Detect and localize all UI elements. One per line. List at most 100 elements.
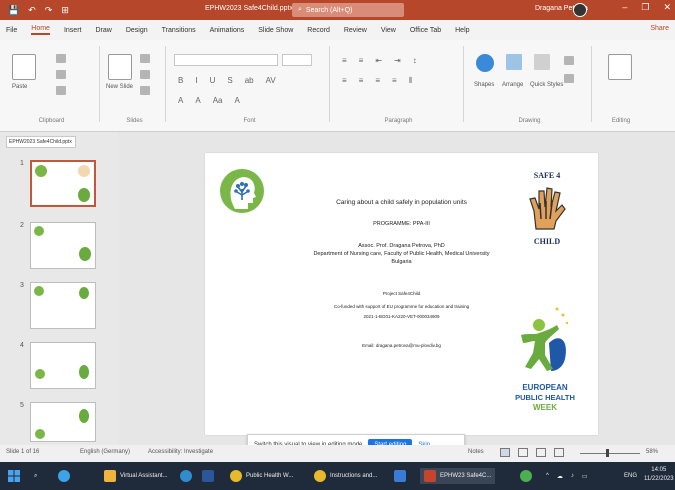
tab-transitions[interactable]: Transitions	[162, 27, 196, 34]
tab-file[interactable]: File	[6, 27, 17, 34]
slide-number: 4	[20, 342, 24, 349]
taskbar-app-4[interactable]: EPHW23 Safe4C...	[420, 468, 496, 484]
slide-thumbnail-1[interactable]	[30, 160, 96, 207]
tab-office-tab[interactable]: Office Tab	[410, 27, 441, 34]
normal-view-icon[interactable]	[500, 448, 510, 457]
paste-button[interactable]	[12, 54, 36, 80]
increase-indent-icon[interactable]: ⇥	[394, 56, 401, 65]
network-icon[interactable]: ☁	[557, 473, 563, 480]
quick-styles-icon[interactable]	[534, 54, 550, 70]
slide-thumbnail-3[interactable]	[30, 282, 96, 329]
columns-icon[interactable]: ⫴	[409, 76, 412, 86]
decrease-indent-icon[interactable]: ⇤	[375, 56, 382, 65]
taskbar-search-icon[interactable]: ⌕	[34, 468, 37, 484]
taskbar-app-word[interactable]	[202, 468, 214, 484]
clear-format-icon[interactable]: A	[234, 96, 239, 105]
close-button[interactable]: ✕	[663, 2, 671, 13]
chevron-up-icon[interactable]: ^	[546, 473, 549, 479]
shapes-icon[interactable]	[476, 54, 494, 72]
tab-draw[interactable]: Draw	[95, 27, 111, 34]
present-icon[interactable]: ⊞	[61, 5, 69, 16]
reading-view-icon[interactable]	[536, 448, 546, 457]
taskbar-app-edge[interactable]	[180, 468, 192, 484]
avatar[interactable]	[573, 3, 587, 17]
tab-animations[interactable]: Animations	[210, 27, 245, 34]
tab-insert[interactable]: Insert	[64, 27, 82, 34]
tab-design[interactable]: Design	[126, 27, 148, 34]
zoom-thumb[interactable]	[606, 449, 609, 457]
current-slide[interactable]: Caring about a child safely in populatio…	[205, 153, 598, 435]
taskbar-app-1[interactable]: Virtual Assistant...	[104, 468, 168, 484]
font-size-field[interactable]	[282, 54, 312, 66]
start-button[interactable]	[8, 468, 20, 484]
justify-icon[interactable]: ≡	[392, 76, 397, 86]
chrome-icon	[314, 470, 326, 482]
font-name-field[interactable]	[174, 54, 278, 66]
thumb-logo	[35, 429, 45, 439]
section-icon[interactable]	[140, 86, 150, 95]
taskbar-app-2[interactable]: Public Health W...	[230, 468, 293, 484]
volume-icon[interactable]: ♪	[571, 473, 574, 479]
taskbar-app-mail[interactable]	[394, 468, 406, 484]
clock[interactable]: 14:05 11/22/2023	[644, 466, 674, 484]
find-button[interactable]	[608, 54, 632, 80]
shadow-icon[interactable]: ab	[245, 76, 254, 85]
change-case-icon[interactable]: Aa	[213, 96, 223, 105]
language-indicator[interactable]: ENG	[624, 468, 637, 484]
tab-review[interactable]: Review	[344, 27, 367, 34]
line-spacing-icon[interactable]: ↕	[413, 56, 417, 65]
numbering-icon[interactable]: ≡	[359, 56, 364, 65]
restore-button[interactable]: ❐	[641, 2, 649, 13]
slide-sorter-icon[interactable]	[518, 448, 528, 457]
align-center-icon[interactable]: ≡	[359, 76, 364, 86]
highlight-icon[interactable]: A	[195, 96, 200, 105]
tab-help[interactable]: Help	[455, 27, 469, 34]
align-left-icon[interactable]: ≡	[342, 76, 347, 86]
underline-icon[interactable]: U	[210, 76, 216, 85]
redo-icon[interactable]: ↷	[45, 5, 53, 16]
tab-home[interactable]: Home	[31, 25, 50, 35]
slideshow-icon[interactable]	[554, 448, 564, 457]
layout-icon[interactable]	[140, 54, 150, 63]
italic-icon[interactable]: I	[195, 76, 197, 85]
taskbar-app-3[interactable]: Instructions and...	[314, 468, 377, 484]
tab-slide-show[interactable]: Slide Show	[258, 27, 293, 34]
bold-icon[interactable]: B	[178, 76, 183, 85]
slide-thumbnail-4[interactable]	[30, 342, 96, 389]
arrange-icon[interactable]	[506, 54, 522, 70]
search-box[interactable]: ⌕ Search (Alt+Q)	[292, 3, 404, 17]
notes-button[interactable]: Notes	[468, 449, 484, 455]
shape-fill-icon[interactable]	[564, 56, 574, 65]
zoom-level[interactable]: 58%	[646, 449, 658, 455]
taskbar-browser[interactable]	[58, 468, 70, 484]
battery-icon[interactable]: ▭	[582, 473, 588, 480]
save-icon[interactable]: 💾	[8, 5, 19, 16]
format-painter-icon[interactable]	[56, 86, 66, 95]
share-button[interactable]: Share	[650, 25, 669, 32]
font-group: B I U S ab AV A A Aa A Font	[170, 46, 330, 124]
tab-record[interactable]: Record	[307, 27, 330, 34]
tab-view[interactable]: View	[381, 27, 396, 34]
document-tab[interactable]: EPHW2023 Safe4Child.pptx	[6, 136, 76, 148]
new-slide-button[interactable]	[108, 54, 132, 80]
reset-icon[interactable]	[140, 70, 150, 79]
bullets-icon[interactable]: ≡	[342, 56, 347, 65]
undo-icon[interactable]: ↶	[28, 5, 36, 16]
align-right-icon[interactable]: ≡	[375, 76, 380, 86]
zoom-slider[interactable]	[580, 453, 640, 454]
minimize-button[interactable]: –	[622, 2, 627, 13]
child-text: CHILD	[533, 237, 561, 246]
accessibility-status[interactable]: Accessibility: Investigate	[148, 449, 213, 455]
language-status[interactable]: English (Germany)	[80, 449, 130, 455]
slide-thumbnail-5[interactable]	[30, 402, 96, 442]
taskbar-app-chrome[interactable]	[520, 468, 532, 484]
strikethrough-icon[interactable]: S	[227, 76, 232, 85]
copy-icon[interactable]	[56, 70, 66, 79]
font-color-icon[interactable]: A	[178, 96, 183, 105]
shape-outline-icon[interactable]	[564, 74, 574, 83]
system-tray: ^ ☁ ♪ ▭	[546, 468, 588, 484]
slide-thumbnail-pane: EPHW2023 Safe4Child.pptx 1 2 3 4 5	[0, 132, 118, 445]
cut-icon[interactable]	[56, 54, 66, 63]
char-spacing-icon[interactable]: AV	[266, 76, 276, 85]
slide-thumbnail-2[interactable]	[30, 222, 96, 269]
